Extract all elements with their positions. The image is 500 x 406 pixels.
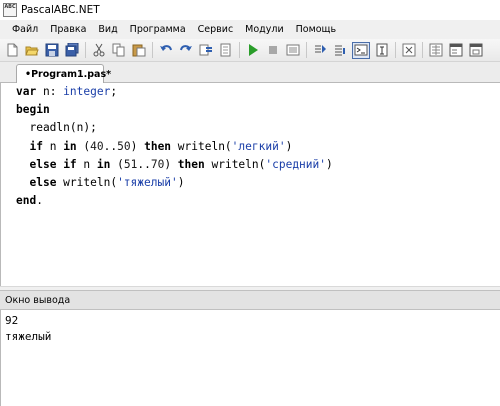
code-token: . — [36, 194, 43, 208]
code-text[interactable]: var n: integer; begin readln(n); if n in … — [16, 83, 333, 210]
copy-icon[interactable] — [111, 42, 127, 58]
code-token: ; — [110, 85, 118, 98]
code-token: if — [63, 157, 77, 171]
formatter-icon[interactable] — [428, 42, 444, 58]
menu-modules[interactable]: Модули — [239, 24, 289, 35]
close-icon[interactable] — [401, 42, 417, 58]
output-window-icon[interactable] — [352, 41, 370, 59]
code-token: integer — [63, 85, 111, 98]
code-token: ) — [285, 139, 293, 153]
save-all-icon[interactable] — [64, 42, 80, 58]
code-token: begin — [16, 103, 50, 117]
code-token: .. — [103, 139, 118, 153]
code-token: then — [177, 157, 205, 171]
code-token: ) — [130, 139, 145, 153]
form-designer-icon[interactable] — [448, 42, 464, 58]
paste-icon[interactable] — [131, 42, 147, 58]
code-token: writeln( — [171, 139, 232, 153]
code-token: n — [76, 157, 97, 171]
code-line: readln(n); — [16, 119, 333, 137]
output-window-title: Окно вывода — [5, 294, 71, 306]
app-logo-icon: ABC — [3, 3, 17, 17]
code-token: 'легкий' — [231, 139, 286, 153]
cut-icon[interactable] — [91, 42, 107, 58]
code-token: writeln( — [204, 157, 266, 171]
menu-edit[interactable]: Правка — [44, 24, 92, 35]
code-line: begin — [16, 101, 333, 119]
run-icon[interactable] — [245, 42, 261, 58]
step-into-icon[interactable] — [332, 42, 348, 58]
code-line: if n in (40..50) then writeln('легкий') — [16, 138, 333, 156]
toolbar-separator — [152, 42, 153, 58]
menu-program[interactable]: Программа — [124, 24, 192, 35]
code-token: .. — [137, 157, 151, 171]
form-edit-icon[interactable] — [468, 42, 484, 58]
code-token: in — [96, 157, 111, 171]
code-token: 40 — [90, 139, 104, 153]
code-token: 'средний' — [265, 157, 326, 171]
new-file-icon[interactable] — [4, 42, 20, 58]
output-line: 92 — [5, 314, 19, 327]
window-title: PascalABC.NET — [21, 4, 100, 16]
output-window[interactable]: 92 тяжелый — [0, 310, 500, 406]
toolbar-separator — [422, 42, 423, 58]
code-token: ) — [164, 157, 178, 171]
toolbar-separator — [395, 42, 396, 58]
code-token: else — [29, 176, 57, 190]
code-token: end — [16, 194, 37, 208]
code-token: else — [29, 157, 57, 171]
output-line: тяжелый — [5, 330, 52, 343]
save-icon[interactable] — [44, 42, 60, 58]
menu-service[interactable]: Сервис — [192, 24, 240, 35]
editor-tab-strip: •Program1.pas* — [0, 62, 500, 84]
code-token: n: — [36, 85, 64, 98]
code-token: 50 — [117, 139, 131, 153]
tab-program1[interactable]: •Program1.pas* — [16, 64, 111, 84]
code-line: else writeln('тяжелый') — [16, 174, 333, 192]
code-token: 'тяжелый' — [117, 176, 178, 190]
code-line: else if n in (51..70) then writeln('сред… — [16, 156, 333, 174]
step-over-icon[interactable] — [312, 42, 328, 58]
code-token: readln(n); — [16, 121, 97, 135]
code-token: var — [16, 85, 37, 98]
menu-bar: Файл Правка Вид Программа Сервис Модули … — [0, 20, 500, 39]
menu-view[interactable]: Вид — [92, 24, 123, 35]
output-window-header: Окно вывода — [0, 290, 500, 310]
code-editor[interactable]: var n: integer; begin readln(n); if n in … — [0, 83, 500, 286]
input-window-icon[interactable] — [374, 42, 390, 58]
find-icon[interactable] — [198, 42, 214, 58]
code-line: end. — [16, 192, 333, 210]
stop-icon[interactable] — [265, 42, 281, 58]
menu-file[interactable]: Файл — [0, 24, 44, 35]
undo-icon[interactable] — [158, 42, 174, 58]
code-token: writeln( — [56, 176, 118, 190]
toolbar-separator — [239, 42, 240, 58]
code-line: var n: integer; — [16, 83, 333, 101]
find-next-icon[interactable] — [218, 42, 234, 58]
toolbar-separator — [85, 42, 86, 58]
open-folder-icon[interactable] — [24, 42, 40, 58]
code-token: n — [42, 139, 64, 153]
code-token: ) — [326, 157, 333, 171]
redo-icon[interactable] — [178, 42, 194, 58]
menu-help[interactable]: Помощь — [290, 24, 342, 35]
compile-icon[interactable] — [285, 42, 301, 58]
code-token: in — [63, 139, 77, 153]
title-bar: ABC PascalABC.NET — [0, 0, 500, 20]
code-token: ( — [76, 139, 91, 153]
code-token: if — [29, 139, 43, 153]
toolbar-separator — [306, 42, 307, 58]
code-token: ) — [177, 176, 185, 190]
code-token: ( — [110, 157, 124, 171]
code-token: 51 — [123, 157, 138, 171]
code-token: 70 — [150, 157, 165, 171]
code-token: then — [144, 139, 172, 153]
toolbar — [0, 39, 500, 62]
